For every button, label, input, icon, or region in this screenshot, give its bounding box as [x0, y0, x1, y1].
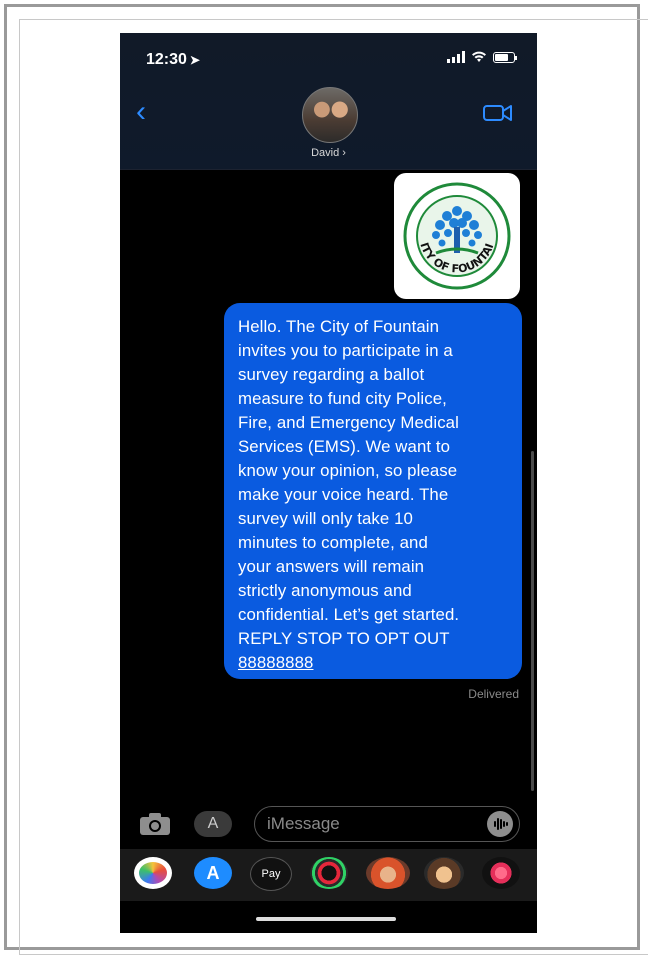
contact-name[interactable]: David ›: [120, 147, 537, 159]
phone-number-link[interactable]: 88888888: [238, 651, 512, 675]
animoji-icon[interactable]: [424, 857, 464, 889]
message-line: REPLY STOP TO OPT OUT: [238, 629, 450, 648]
message-line: measure to fund city Police,: [238, 389, 447, 408]
header-divider: [120, 169, 537, 170]
message-line: your answers will remain: [238, 557, 425, 576]
conversation-header: 12:30 ➤ ‹ David ›: [120, 33, 537, 169]
scrollbar[interactable]: [531, 451, 534, 791]
photos-app-icon[interactable]: [134, 857, 172, 889]
delivery-status: Delivered: [468, 687, 519, 701]
back-button[interactable]: ‹: [136, 97, 146, 127]
contact-avatar[interactable]: [302, 87, 358, 143]
audio-message-button[interactable]: [487, 811, 513, 837]
image-attachment-bubble[interactable]: CITY OF FOUNTAIN: [394, 173, 520, 299]
imessage-input[interactable]: iMessage: [254, 806, 520, 842]
digital-touch-icon[interactable]: [482, 857, 520, 889]
status-time: 12:30 ➤: [146, 51, 200, 69]
phone-screen: 12:30 ➤ ‹ David › ITY OF FOUNTAI Hello. …: [120, 33, 537, 933]
camera-icon[interactable]: [138, 811, 172, 837]
apple-pay-icon[interactable]: Pay: [250, 857, 292, 891]
location-icon: ➤: [189, 53, 200, 67]
message-line: make your voice heard. The: [238, 485, 449, 504]
message-line: know your opinion, so please: [238, 461, 458, 480]
facetime-video-icon[interactable]: [483, 103, 513, 123]
app-drawer-button[interactable]: A: [194, 811, 232, 837]
message-line: confidential. Let’s get started.: [238, 605, 460, 624]
waveform-icon: [494, 818, 508, 830]
wifi-icon: [472, 51, 486, 62]
message-line: Hello. The City of Fountain: [238, 317, 440, 336]
message-line: strictly anonymous and: [238, 581, 412, 600]
message-line: Fire, and Emergency Medical: [238, 413, 459, 432]
city-of-fountain-logo: CITY OF FOUNTAIN: [402, 181, 511, 290]
sent-message-bubble[interactable]: Hello. The City of Fountain invites you …: [224, 303, 522, 679]
app-store-icon[interactable]: A: [194, 857, 232, 889]
activity-icon[interactable]: [310, 857, 348, 889]
message-line: minutes to complete, and: [238, 533, 428, 552]
message-line: invites you to participate in a: [238, 341, 453, 360]
home-indicator[interactable]: [256, 917, 396, 921]
message-line: survey will only take 10: [238, 509, 413, 528]
cellular-signal-icon: [447, 51, 465, 63]
battery-icon: [493, 51, 517, 63]
memoji-icon[interactable]: [366, 857, 410, 889]
message-line: survey regarding a ballot: [238, 365, 425, 384]
status-icons: [447, 51, 517, 63]
clock: 12:30: [146, 51, 187, 68]
message-line: Services (EMS). We want to: [238, 437, 451, 456]
apple-pay-label: Pay: [261, 868, 281, 880]
message-composer: A iMessage: [120, 799, 537, 849]
imessage-app-bar: A Pay: [120, 849, 537, 901]
